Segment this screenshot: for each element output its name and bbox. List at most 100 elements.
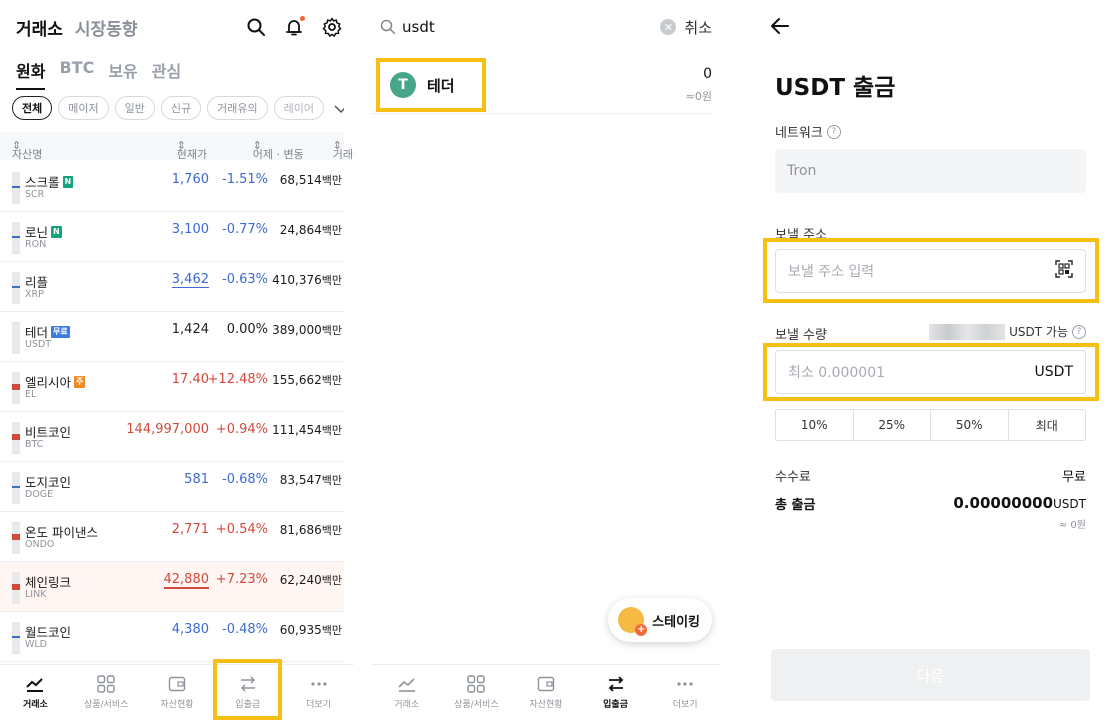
chip-layer[interactable]: 레이어 — [273, 96, 324, 120]
asset-volume: 155,662백만 — [272, 373, 342, 387]
col-price[interactable]: 현재가 ⇕ — [177, 139, 207, 161]
search-input[interactable]: usdt — [402, 18, 660, 36]
nav-label: 상품/서비스 — [83, 700, 129, 710]
search-icon[interactable] — [246, 17, 266, 37]
staking-coin-icon — [618, 607, 648, 636]
asset-price: 3,462 — [171, 272, 209, 288]
chevron-down-icon[interactable] — [330, 99, 344, 118]
help-icon[interactable]: ? — [826, 124, 841, 139]
exchange-screen: 거래소 시장동향 원화 BTC 보유 관심 전체 메이저 일반 신규 거래유의 … — [0, 0, 354, 720]
back-arrow-icon[interactable] — [768, 14, 792, 38]
network-field: Tron — [775, 149, 1086, 193]
candle-mini — [12, 172, 20, 204]
nav-exchange[interactable]: 거래소 — [372, 665, 442, 720]
tab-krw[interactable]: 원화 — [16, 58, 46, 90]
amount-unit: USDT — [1034, 364, 1073, 380]
staking-button[interactable]: 스테이킹 — [608, 598, 712, 642]
tab-btc[interactable]: BTC — [59, 58, 94, 90]
blurred-balance — [929, 323, 1006, 340]
candle-mini — [12, 272, 20, 304]
table-row[interactable]: 리플 XRP 3,462 -0.63% 410,376백만 — [0, 262, 344, 312]
asset-volume: 62,240백만 — [279, 573, 342, 587]
market-trend-tab[interactable]: 시장동향 — [75, 15, 138, 40]
percent-10-button[interactable]: 10% — [776, 410, 854, 440]
asset-change: -1.51% — [222, 172, 268, 187]
nav-more[interactable]: 더보기 — [283, 665, 354, 720]
nav-deposit-withdraw[interactable]: 입출금 — [212, 659, 283, 720]
market-tabs: 원화 BTC 보유 관심 — [16, 58, 181, 90]
trend-chart-icon — [398, 678, 415, 692]
asset-change: -0.48% — [222, 622, 268, 637]
chip-new[interactable]: 신규 — [160, 96, 202, 120]
col-change[interactable]: 어제 · 변동 ⇕ — [253, 139, 304, 161]
asset-volume: 111,454백만 — [272, 423, 342, 437]
chip-all[interactable]: 전체 — [12, 96, 53, 120]
result-name: 테더 — [427, 77, 455, 95]
search-bar: usdt ✕ 취소 — [380, 14, 712, 40]
next-button[interactable]: 다음 — [771, 649, 1090, 701]
nav-deposit-withdraw[interactable]: 입출금 — [581, 665, 651, 720]
bottom-nav: 거래소 상품/서비스 자산현황 입출금 더보기 — [372, 664, 720, 720]
more-dots-icon — [310, 682, 327, 686]
chip-general[interactable]: 일반 — [114, 96, 155, 120]
percent-50-button[interactable]: 50% — [931, 410, 1009, 440]
exchange-title-tab[interactable]: 거래소 — [16, 15, 63, 40]
network-label: 네트워크 ? — [775, 122, 841, 141]
chip-major[interactable]: 메이저 — [58, 96, 109, 120]
search-result-item[interactable]: T 테더 0 ≈0원 — [372, 58, 712, 114]
table-row[interactable]: 월드코인 WLD 4,380 -0.48% 60,935백만 — [0, 612, 344, 662]
address-input[interactable]: 보낼 주소 입력 — [775, 249, 1086, 293]
exchange-header: 거래소 시장동향 — [16, 14, 342, 40]
percent-max-button[interactable]: 최대 — [1009, 410, 1086, 440]
tab-favorites[interactable]: 관심 — [152, 58, 181, 90]
bell-icon[interactable] — [284, 16, 305, 37]
candle-mini — [12, 522, 20, 554]
table-row[interactable]: 로닌 N RON 3,100 -0.77% 24,864백만 — [0, 212, 344, 262]
nav-label: 입출금 — [235, 700, 261, 710]
asset-volume: 24,864백만 — [279, 223, 342, 237]
nav-products[interactable]: 상품/서비스 — [71, 665, 142, 720]
fee-row: 수수료 무료 — [775, 466, 1086, 485]
candle-mini — [12, 422, 20, 454]
qr-scan-icon[interactable] — [1055, 260, 1073, 282]
table-row[interactable]: 체인링크 LINK 42,880 +7.23% 62,240백만 — [0, 562, 344, 612]
nav-assets[interactable]: 자산현황 — [142, 665, 213, 720]
staking-label: 스테이킹 — [652, 614, 700, 630]
tab-holdings[interactable]: 보유 — [108, 58, 137, 90]
nav-exchange[interactable]: 거래소 — [0, 665, 71, 720]
asset-change: 0.00% — [226, 322, 268, 337]
grid-icon — [467, 675, 486, 693]
table-row[interactable]: 도지코인 DOGE 581 -0.68% 83,547백만 — [0, 462, 344, 512]
gear-icon[interactable] — [322, 17, 342, 37]
nav-products[interactable]: 상품/서비스 — [442, 665, 512, 720]
chip-caution[interactable]: 거래유의 — [207, 96, 268, 120]
nav-more[interactable]: 더보기 — [650, 665, 720, 720]
col-volume[interactable]: 거래금액 ⇕ — [333, 139, 354, 161]
nav-assets[interactable]: 자산현황 — [511, 665, 581, 720]
asset-symbol: EL — [25, 389, 37, 400]
percent-25-button[interactable]: 25% — [854, 410, 931, 440]
table-row[interactable]: 스크롤 N SCR 1,760 -1.51% 68,514백만 — [0, 162, 344, 212]
asset-symbol: DOGE — [25, 489, 54, 500]
address-label: 보낼 주소 — [775, 228, 827, 243]
asset-price: 17.40 — [171, 372, 209, 387]
asset-change: -0.77% — [222, 222, 268, 237]
withdraw-screen: USDT 출금 네트워크 ? Tron 보낼 주소 보낼 주소 입력 보낼 수량… — [752, 0, 1109, 720]
table-row[interactable]: 테더 무료 USDT 1,424 0.00% 389,000백만 — [0, 312, 344, 362]
cancel-button[interactable]: 취소 — [684, 17, 712, 38]
asset-volume: 60,935백만 — [279, 623, 342, 637]
amount-input[interactable]: 최소 0.000001 USDT — [775, 350, 1086, 394]
asset-price: 4,380 — [171, 622, 209, 637]
col-asset[interactable]: 자산명 ⇕ — [12, 139, 42, 161]
table-row[interactable]: 비트코인 BTC 144,997,000 +0.94% 111,454백만 — [0, 412, 344, 462]
asset-symbol: XRP — [25, 289, 44, 300]
asset-price: 3,100 — [171, 222, 209, 237]
table-row[interactable]: 온도 파이낸스 ONDO 2,771 +0.54% 81,686백만 — [0, 512, 344, 562]
clear-icon[interactable]: ✕ — [660, 19, 677, 35]
caution-badge: 주 — [74, 375, 86, 388]
filter-chips: 전체 메이저 일반 신규 거래유의 레이어 — [12, 96, 344, 120]
help-icon[interactable]: ? — [1072, 324, 1086, 339]
table-row[interactable]: 엘리시아 주 EL 17.40 +12.48% 155,662백만 — [0, 362, 344, 412]
candle-mini — [12, 572, 20, 604]
bottom-nav: 거래소 상품/서비스 자산현황 입출금 더보기 — [0, 659, 354, 720]
